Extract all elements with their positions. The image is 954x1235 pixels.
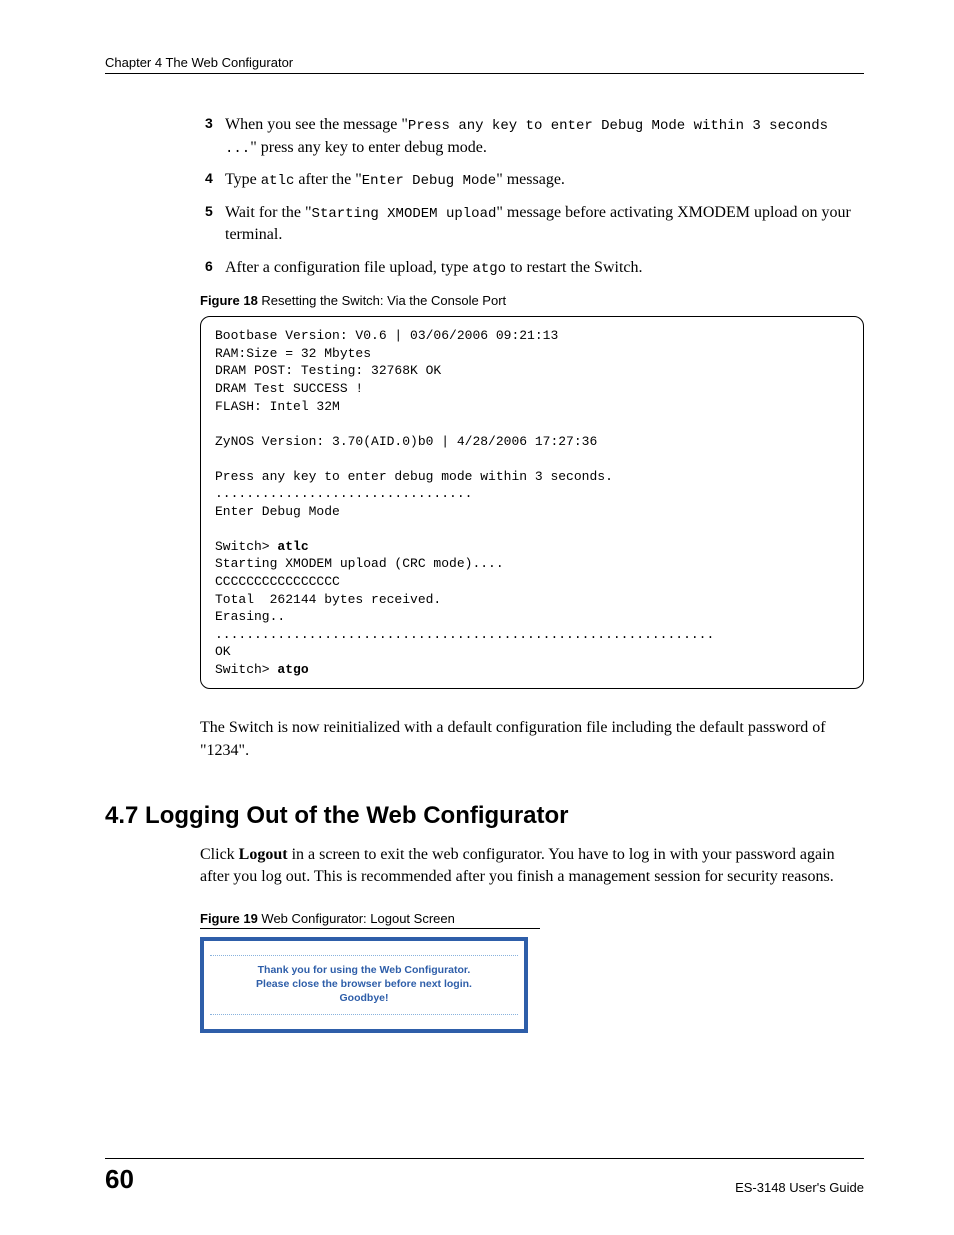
- logout-message: Thank you for using the Web Configurator…: [256, 964, 472, 1005]
- page-header: Chapter 4 The Web Configurator: [105, 55, 864, 74]
- step-6: 6 After a configuration file upload, typ…: [205, 257, 864, 280]
- step-number: 3: [205, 114, 225, 159]
- step-text: After a configuration file upload, type …: [225, 257, 864, 280]
- step-text: Wait for the "Starting XMODEM upload" me…: [225, 202, 864, 247]
- figure-18-caption: Figure 18 Resetting the Switch: Via the …: [200, 293, 864, 308]
- console-output: Bootbase Version: V0.6 | 03/06/2006 09:2…: [200, 316, 864, 689]
- logout-screen: Thank you for using the Web Configurator…: [200, 937, 528, 1033]
- step-number: 4: [205, 169, 225, 192]
- chapter-label: Chapter 4 The Web Configurator: [105, 55, 293, 70]
- step-4: 4 Type atlc after the "Enter Debug Mode"…: [205, 169, 864, 192]
- document-id: ES-3148 User's Guide: [735, 1180, 864, 1195]
- step-number: 6: [205, 257, 225, 280]
- steps-list: 3 When you see the message "Press any ke…: [205, 114, 864, 279]
- figure-19-caption: Figure 19 Web Configurator: Logout Scree…: [200, 911, 540, 929]
- step-5: 5 Wait for the "Starting XMODEM upload" …: [205, 202, 864, 247]
- step-text: Type atlc after the "Enter Debug Mode" m…: [225, 169, 864, 192]
- page-number: 60: [105, 1164, 134, 1195]
- step-text: When you see the message "Press any key …: [225, 114, 864, 159]
- reinitialized-paragraph: The Switch is now reinitialized with a d…: [200, 717, 864, 762]
- divider: [210, 1014, 518, 1015]
- logout-instruction-paragraph: Click Logout in a screen to exit the web…: [200, 844, 864, 889]
- step-3: 3 When you see the message "Press any ke…: [205, 114, 864, 159]
- section-4-7-heading: 4.7 Logging Out of the Web Configurator: [105, 802, 864, 830]
- logout-screen-inner: Thank you for using the Web Configurator…: [204, 941, 524, 1029]
- step-number: 5: [205, 202, 225, 247]
- divider: [210, 955, 518, 956]
- page-footer: 60 ES-3148 User's Guide: [105, 1158, 864, 1195]
